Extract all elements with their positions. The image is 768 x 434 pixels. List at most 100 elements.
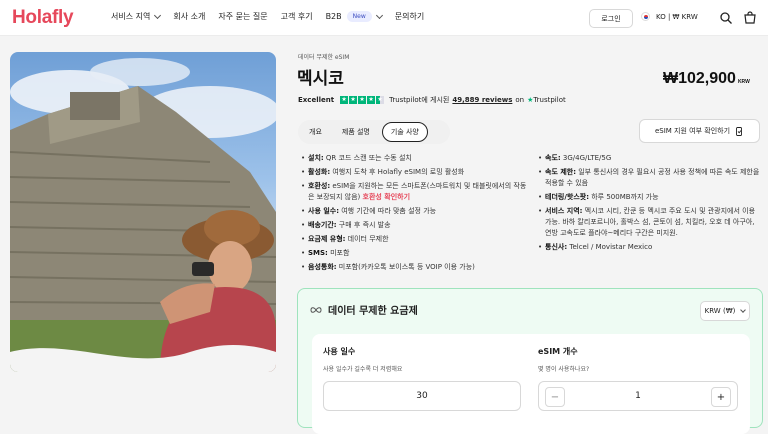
- korea-flag-icon: [641, 12, 650, 21]
- star-icon: ★: [367, 96, 376, 104]
- check-compatibility-button[interactable]: eSIM 지원 여부 확인하기: [639, 119, 760, 143]
- spec-item: 테더링/핫스팟: 하루 500MB까지 가능: [538, 192, 760, 203]
- spec-value: 데이터 무제한: [347, 235, 389, 243]
- nav-service-regions[interactable]: 서비스 지역: [111, 11, 162, 22]
- days-label: 사용 일수: [323, 347, 356, 356]
- product-tabs: 개요 제품 설명 기술 사양: [298, 120, 450, 144]
- spec-item: 사용 일수: 여행 기간에 따라 맞춤 설정 가능: [301, 206, 531, 217]
- language-currency-selector[interactable]: KO | ₩ KRW: [641, 12, 698, 21]
- price-value: ₩102,900: [663, 70, 736, 87]
- days-value: 30: [416, 391, 428, 401]
- rating-stars: ★ ★ ★ ★ ★: [340, 96, 385, 104]
- nav-label: 서비스 지역: [111, 12, 151, 21]
- nav-label: B2B: [325, 12, 342, 21]
- compat-check-link[interactable]: 호환성 확인하기: [363, 193, 411, 201]
- spec-value: 구매 후 즉시 발송: [338, 221, 391, 229]
- spec-item: 속도: 3G/4G/LTE/5G: [538, 153, 760, 164]
- nav-label: 고객 후기: [280, 12, 313, 21]
- spec-key: 설치:: [308, 154, 324, 162]
- main-nav: 서비스 지역 회사 소개 자주 묻는 질문 고객 후기 B2B New 문의하기: [111, 11, 437, 22]
- nav-b2b[interactable]: B2B New: [325, 11, 383, 22]
- esim-count-value: 1: [635, 391, 641, 401]
- spec-item: 서비스 지역: 멕시코 시티, 칸쿤 등 멕시코 주요 도시 및 관광지에서 이…: [538, 206, 760, 239]
- spec-item: 배송기간: 구매 후 즉시 발송: [301, 220, 531, 231]
- rating-prefix: Trustpilot에 게시된: [389, 96, 450, 104]
- nav-label: 자주 묻는 질문: [218, 12, 268, 21]
- nav-label: 회사 소개: [173, 12, 206, 21]
- spec-item: 설치: QR 코드 스캔 또는 수동 설치: [301, 153, 531, 164]
- spec-list-right: 속도: 3G/4G/LTE/5G 속도 제한: 일부 통신사의 경우 필요시 공…: [538, 153, 760, 256]
- spec-value: eSIM을 지원하는 모든 스마트폰(스마트워치 및 태블릿에서의 작동은 보장…: [308, 182, 527, 201]
- spec-key: 속도:: [545, 154, 561, 162]
- spec-key: 통신사:: [545, 243, 568, 251]
- chevron-down-icon: [740, 306, 747, 313]
- nav-label: 문의하기: [394, 12, 425, 21]
- spec-value: Telcel / Movistar Mexico: [569, 243, 653, 251]
- decrement-button[interactable]: −: [545, 387, 565, 407]
- days-selector[interactable]: 30: [323, 381, 521, 411]
- star-icon: ★: [340, 96, 349, 104]
- tab-description[interactable]: 제품 설명: [334, 123, 378, 141]
- star-half-icon: ★: [376, 96, 385, 104]
- spec-key: 서비스 지역:: [545, 207, 583, 215]
- spec-value: 일부 통신사의 경우 필요시 공정 사용 정책에 따른 속도 제한을 적용할 수…: [545, 168, 760, 187]
- infinity-icon: [310, 306, 322, 313]
- nav-contact[interactable]: 문의하기: [395, 11, 424, 22]
- increment-button[interactable]: +: [711, 387, 731, 407]
- days-hint: 사용 일수가 길수록 더 저렴해요: [323, 366, 403, 373]
- spec-item: 호환성: eSIM을 지원하는 모든 스마트폰(스마트워치 및 태블릿에서의 작…: [301, 181, 531, 203]
- trustpilot-brand: Trustpilot: [533, 96, 566, 104]
- spec-item: 속도 제한: 일부 통신사의 경우 필요시 공정 사용 정책에 따른 속도 제한…: [538, 167, 760, 189]
- spec-item: SMS: 미포함: [301, 248, 531, 259]
- chevron-down-icon: [154, 11, 162, 19]
- plan-options: 사용 일수 사용 일수가 길수록 더 저렴해요 30 eSIM 개수 몇 명이 …: [312, 334, 750, 434]
- reviews-link[interactable]: 49,889 reviews: [452, 96, 512, 104]
- spec-key: 사용 일수:: [308, 207, 339, 215]
- spec-key: 속도 제한:: [545, 168, 576, 176]
- spec-value: 미포함: [330, 249, 350, 257]
- esim-count-stepper[interactable]: − 1 +: [538, 381, 738, 411]
- tab-overview[interactable]: 개요: [301, 123, 330, 141]
- rating-suffix: on: [515, 96, 525, 104]
- nav-about[interactable]: 회사 소개: [173, 11, 205, 22]
- holafly-logo[interactable]: Holafly: [12, 7, 74, 29]
- spec-key: SMS:: [308, 249, 328, 257]
- spec-value: 여행 기간에 따라 맞춤 설정 가능: [341, 207, 437, 215]
- spec-list-left: 설치: QR 코드 스캔 또는 수동 설치 활성화: 여행지 도착 후 Hola…: [301, 153, 531, 276]
- spec-item: 음성통화: 미포함(카카오톡 보이스톡 등 VOIP 이용 가능): [301, 262, 531, 273]
- spec-key: 배송기간:: [308, 221, 337, 229]
- trustpilot-rating: Excellent ★ ★ ★ ★ ★ Trustpilot에 게시된 49,8…: [298, 95, 566, 105]
- spec-key: 요금제 유형:: [308, 235, 346, 243]
- chevron-down-icon: [375, 11, 383, 19]
- nav-reviews[interactable]: 고객 후기: [281, 11, 313, 22]
- spec-value: 미포함(카카오톡 보이스톡 등 VOIP 이용 가능): [338, 263, 475, 271]
- esim-count-hint: 몇 명이 사용하나요?: [538, 366, 590, 373]
- spec-key: 테더링/핫스팟:: [545, 193, 589, 201]
- spec-item: 활성화: 여행지 도착 후 Holafly eSIM의 로밍 활성화: [301, 167, 531, 178]
- price-currency: KRW: [737, 79, 750, 85]
- nav-faq[interactable]: 자주 묻는 질문: [218, 11, 267, 22]
- spec-value: QR 코드 스캔 또는 수동 설치: [325, 154, 412, 162]
- star-icon: ★: [349, 96, 358, 104]
- page-title: 멕시코: [297, 69, 344, 89]
- spec-key: 활성화:: [308, 168, 331, 176]
- plan-title-text: 데이터 무제한 요금제: [328, 306, 418, 317]
- currency-select[interactable]: KRW (₩): [700, 301, 750, 321]
- currency-value: KRW (₩): [704, 307, 736, 315]
- tab-tech-specs[interactable]: 기술 사양: [381, 122, 428, 142]
- spec-value: 여행지 도착 후 Holafly eSIM의 로밍 활성화: [332, 168, 465, 176]
- spec-key: 호환성:: [308, 182, 331, 190]
- cart-icon[interactable]: [743, 11, 757, 25]
- spec-value: 3G/4G/LTE/5G: [562, 154, 612, 162]
- spec-item: 요금제 유형: 데이터 무제한: [301, 234, 531, 245]
- compat-label: eSIM 지원 여부 확인하기: [654, 127, 731, 135]
- login-button[interactable]: 로그인: [589, 9, 633, 28]
- product-eyebrow: 데이터 무제한 eSIM: [298, 54, 350, 61]
- esim-count-label: eSIM 개수: [538, 347, 578, 356]
- product-price: ₩102,900 KRW: [663, 70, 750, 88]
- lang-currency-label: KO | ₩ KRW: [656, 12, 698, 21]
- search-icon[interactable]: [719, 11, 733, 25]
- plan-title: 데이터 무제한 요금제: [310, 302, 418, 317]
- top-header: Holafly 서비스 지역 회사 소개 자주 묻는 질문 고객 후기 B2B N…: [0, 0, 768, 36]
- plan-card: 데이터 무제한 요금제 KRW (₩) 사용 일수 사용 일수가 길수록 더 저…: [297, 288, 763, 434]
